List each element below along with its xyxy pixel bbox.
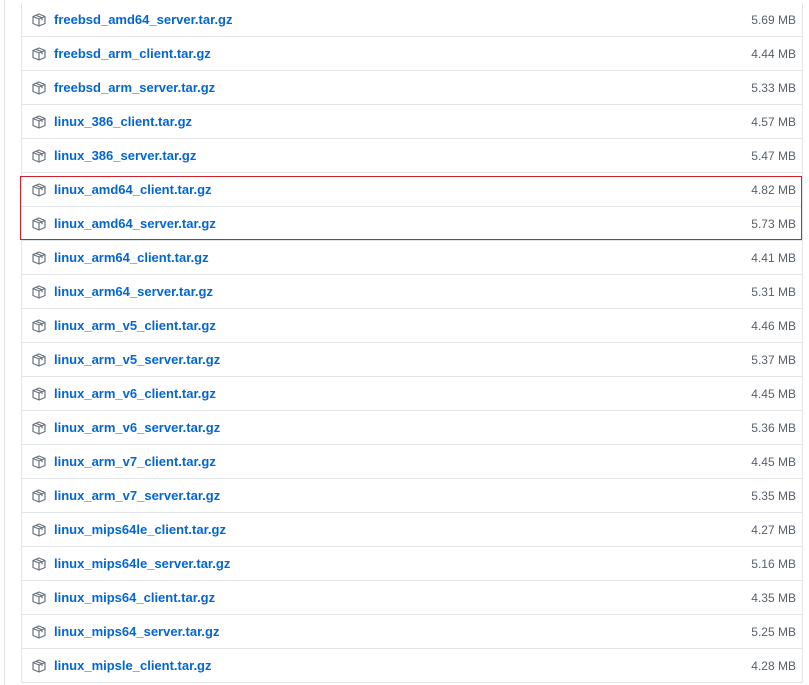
package-icon xyxy=(32,659,46,673)
asset-row: linux_mipsle_client.tar.gz 4.28 MB xyxy=(22,649,802,683)
release-assets-page: freebsd_amd64_server.tar.gz 5.69 MB free… xyxy=(0,0,809,685)
package-icon xyxy=(32,149,46,163)
asset-download-link[interactable]: linux_amd64_server.tar.gz xyxy=(54,207,216,241)
asset-download-link[interactable]: linux_mips64_client.tar.gz xyxy=(54,581,215,615)
asset-size: 5.69 MB xyxy=(751,13,796,27)
package-icon xyxy=(32,455,46,469)
asset-size: 4.41 MB xyxy=(751,251,796,265)
package-icon xyxy=(32,523,46,537)
asset-size: 4.28 MB xyxy=(751,659,796,673)
asset-size: 5.36 MB xyxy=(751,421,796,435)
asset-download-link[interactable]: freebsd_arm_server.tar.gz xyxy=(54,71,215,105)
asset-size: 4.57 MB xyxy=(751,115,796,129)
asset-row: freebsd_arm_server.tar.gz 5.33 MB xyxy=(22,71,802,105)
package-icon xyxy=(32,13,46,27)
asset-download-link[interactable]: linux_amd64_client.tar.gz xyxy=(54,173,212,207)
package-icon xyxy=(32,81,46,95)
asset-download-link[interactable]: linux_arm_v7_server.tar.gz xyxy=(54,479,220,513)
asset-download-link[interactable]: linux_mips64_server.tar.gz xyxy=(54,615,219,649)
asset-row: linux_mips64_server.tar.gz 5.25 MB xyxy=(22,615,802,649)
asset-download-link[interactable]: linux_arm_v5_client.tar.gz xyxy=(54,309,216,343)
asset-row: linux_arm_v5_client.tar.gz 4.46 MB xyxy=(22,309,802,343)
package-icon xyxy=(32,387,46,401)
asset-row: linux_mips64_client.tar.gz 4.35 MB xyxy=(22,581,802,615)
asset-row: freebsd_amd64_server.tar.gz 5.69 MB xyxy=(22,3,802,37)
asset-size: 4.44 MB xyxy=(751,47,796,61)
asset-download-link[interactable]: linux_arm_v5_server.tar.gz xyxy=(54,343,220,377)
asset-size: 4.82 MB xyxy=(751,183,796,197)
asset-size: 5.33 MB xyxy=(751,81,796,95)
asset-row: linux_arm_v7_client.tar.gz 4.45 MB xyxy=(22,445,802,479)
package-icon xyxy=(32,319,46,333)
asset-size: 5.73 MB xyxy=(751,217,796,231)
asset-download-link[interactable]: linux_arm64_server.tar.gz xyxy=(54,275,213,309)
asset-row: linux_arm_v6_server.tar.gz 5.36 MB xyxy=(22,411,802,445)
asset-row: linux_386_server.tar.gz 5.47 MB xyxy=(22,139,802,173)
package-icon xyxy=(32,591,46,605)
asset-download-link[interactable]: linux_arm_v7_client.tar.gz xyxy=(54,445,216,479)
asset-row: linux_amd64_server.tar.gz 5.73 MB xyxy=(22,207,802,241)
asset-row: linux_mips64le_server.tar.gz 5.16 MB xyxy=(22,547,802,581)
package-icon xyxy=(32,557,46,571)
asset-size: 4.45 MB xyxy=(751,387,796,401)
asset-row: linux_arm64_server.tar.gz 5.31 MB xyxy=(22,275,802,309)
asset-row: linux_386_client.tar.gz 4.57 MB xyxy=(22,105,802,139)
asset-download-link[interactable]: linux_386_client.tar.gz xyxy=(54,105,192,139)
package-icon xyxy=(32,421,46,435)
asset-row: linux_arm_v5_server.tar.gz 5.37 MB xyxy=(22,343,802,377)
asset-row: freebsd_arm_client.tar.gz 4.44 MB xyxy=(22,37,802,71)
asset-list: freebsd_amd64_server.tar.gz 5.69 MB free… xyxy=(21,3,803,683)
asset-size: 5.35 MB xyxy=(751,489,796,503)
package-icon xyxy=(32,47,46,61)
asset-row: linux_mips64le_client.tar.gz 4.27 MB xyxy=(22,513,802,547)
asset-download-link[interactable]: freebsd_arm_client.tar.gz xyxy=(54,37,211,71)
asset-size: 4.35 MB xyxy=(751,591,796,605)
asset-row: linux_amd64_client.tar.gz 4.82 MB xyxy=(22,173,802,207)
asset-download-link[interactable]: linux_mips64le_server.tar.gz xyxy=(54,547,230,581)
asset-download-link[interactable]: linux_386_server.tar.gz xyxy=(54,139,196,173)
package-icon xyxy=(32,353,46,367)
asset-download-link[interactable]: linux_arm_v6_client.tar.gz xyxy=(54,377,216,411)
asset-row: linux_arm_v6_client.tar.gz 4.45 MB xyxy=(22,377,802,411)
asset-size: 4.46 MB xyxy=(751,319,796,333)
asset-row: linux_arm_v7_server.tar.gz 5.35 MB xyxy=(22,479,802,513)
asset-download-link[interactable]: linux_arm64_client.tar.gz xyxy=(54,241,209,275)
asset-size: 5.47 MB xyxy=(751,149,796,163)
asset-row: linux_arm64_client.tar.gz 4.41 MB xyxy=(22,241,802,275)
package-icon xyxy=(32,489,46,503)
asset-size: 5.16 MB xyxy=(751,557,796,571)
package-icon xyxy=(32,625,46,639)
asset-download-link[interactable]: freebsd_amd64_server.tar.gz xyxy=(54,3,233,37)
asset-download-link[interactable]: linux_mips64le_client.tar.gz xyxy=(54,513,226,547)
asset-size: 5.31 MB xyxy=(751,285,796,299)
package-icon xyxy=(32,217,46,231)
left-divider xyxy=(4,0,5,685)
package-icon xyxy=(32,183,46,197)
asset-size: 5.37 MB xyxy=(751,353,796,367)
asset-size: 4.45 MB xyxy=(751,455,796,469)
asset-download-link[interactable]: linux_mipsle_client.tar.gz xyxy=(54,649,212,683)
package-icon xyxy=(32,115,46,129)
asset-download-link[interactable]: linux_arm_v6_server.tar.gz xyxy=(54,411,220,445)
asset-size: 4.27 MB xyxy=(751,523,796,537)
asset-size: 5.25 MB xyxy=(751,625,796,639)
package-icon xyxy=(32,251,46,265)
package-icon xyxy=(32,285,46,299)
